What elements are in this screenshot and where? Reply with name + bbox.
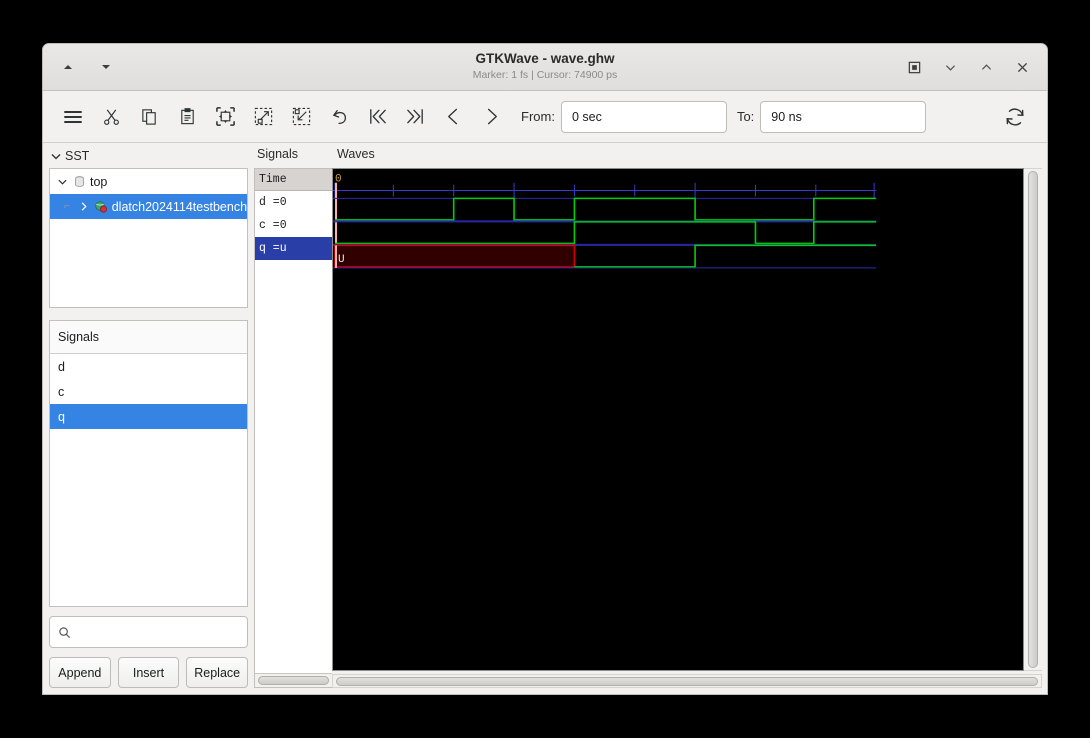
sst-label: SST [65, 149, 90, 163]
search-input[interactable] [77, 624, 239, 640]
tree-node-label: dlatch2024114testbench [111, 199, 248, 214]
tree-node-top[interactable]: top [50, 169, 247, 194]
signal-list-items: d c q [50, 354, 247, 606]
waveform-canvas[interactable]: 0 U [332, 167, 1024, 671]
wave-row-d[interactable]: d =0 [255, 191, 332, 214]
waves-row: 0 U [332, 167, 1042, 671]
undo-icon[interactable] [321, 99, 357, 135]
search-field[interactable] [49, 616, 248, 648]
module-icon [75, 176, 84, 187]
skip-to-start-icon[interactable] [359, 99, 395, 135]
scrollbar-thumb[interactable] [336, 676, 1038, 686]
sidebar: SST top ⌐ dlatch2024114testbench Signals… [43, 143, 254, 694]
time-row-label: Time [255, 168, 332, 191]
menu-icon[interactable] [55, 99, 91, 135]
action-buttons: Append Insert Replace [49, 657, 249, 688]
to-value: 90 ns [771, 109, 802, 124]
unknown-value-label: U [338, 254, 345, 266]
tree-node-dlatch-testbench[interactable]: ⌐ dlatch2024114testbench [50, 194, 247, 219]
cut-icon[interactable] [93, 99, 129, 135]
insert-button[interactable]: Insert [117, 657, 180, 688]
gtkwave-window: GTKWave - wave.ghw Marker: 1 fs | Cursor… [42, 43, 1048, 695]
waves-hscrollbar[interactable] [332, 674, 1042, 688]
list-item[interactable]: d [50, 354, 247, 379]
to-label: To: [736, 109, 755, 124]
scrollbar-thumb[interactable] [1028, 170, 1038, 668]
signal-names-hscrollbar[interactable] [255, 673, 332, 687]
tree-guide-line: ⌐ [64, 201, 71, 212]
toolbar: From: 0 sec To: 90 ns [43, 91, 1047, 143]
skip-to-end-icon[interactable] [397, 99, 433, 135]
next-edge-icon[interactable] [473, 99, 509, 135]
main-body: SST top ⌐ dlatch2024114testbench Signals… [43, 143, 1047, 694]
window-title-block: GTKWave - wave.ghw Marker: 1 fs | Cursor… [43, 44, 1047, 90]
chevron-right-icon[interactable] [78, 201, 91, 212]
replace-button[interactable]: Replace [186, 657, 249, 688]
wave-panel: Signals Waves Time d =0 c =0 q =u 0 U [254, 143, 1047, 694]
zoom-fit-icon[interactable] [207, 99, 243, 135]
from-value: 0 sec [571, 109, 602, 124]
from-label: From: [521, 109, 555, 124]
wave-pane-headers: Signals Waves [254, 147, 1042, 165]
wave-row-c[interactable]: c =0 [255, 214, 332, 237]
chevron-down-icon[interactable] [56, 176, 69, 187]
list-item[interactable]: c [50, 379, 247, 404]
list-item[interactable]: q [50, 404, 247, 429]
copy-icon[interactable] [131, 99, 167, 135]
to-input[interactable]: 90 ns [760, 100, 927, 133]
sst-tree[interactable]: top ⌐ dlatch2024114testbench [49, 168, 248, 308]
window-title: GTKWave - wave.ghw [475, 51, 615, 67]
chevron-down-icon[interactable] [935, 52, 965, 82]
tree-node-label: top [90, 174, 108, 189]
paste-icon[interactable] [169, 99, 205, 135]
zoom-in-icon[interactable] [245, 99, 281, 135]
triangle-down-icon[interactable] [91, 52, 121, 82]
search-icon [59, 626, 71, 638]
wave-signal-name-list: Time d =0 c =0 q =u [255, 168, 332, 673]
wave-signal-names: Time d =0 c =0 q =u [254, 167, 332, 688]
waves-header: Waves [337, 147, 375, 161]
window-subtitle-marker-cursor: Marker: 1 fs | Cursor: 74900 ps [472, 69, 618, 82]
waves-wrapper: 0 U [332, 167, 1042, 688]
titlebar: GTKWave - wave.ghw Marker: 1 fs | Cursor… [43, 44, 1047, 91]
chevron-up-icon[interactable] [971, 52, 1001, 82]
titlebar-right-controls [899, 52, 1037, 82]
close-icon[interactable] [1007, 52, 1037, 82]
wave-area: Time d =0 c =0 q =u 0 U [254, 167, 1042, 688]
fullscreen-icon[interactable] [899, 52, 929, 82]
triangle-up-icon[interactable] [53, 52, 83, 82]
unknown-value-box [334, 244, 576, 268]
waveform-svg: 0 U [333, 168, 1023, 670]
titlebar-left-controls [53, 52, 121, 82]
from-input[interactable]: 0 sec [560, 100, 727, 133]
reload-icon[interactable] [997, 99, 1033, 135]
wave-signals-header: Signals [257, 147, 298, 161]
previous-edge-icon[interactable] [435, 99, 471, 135]
instance-icon [95, 200, 108, 213]
append-button[interactable]: Append [49, 657, 111, 688]
sst-header[interactable]: SST [49, 147, 248, 165]
wave-row-q[interactable]: q =u [255, 236, 332, 260]
signal-list-header: Signals [50, 321, 247, 354]
zoom-out-icon[interactable] [283, 99, 319, 135]
chevron-down-icon [51, 154, 61, 160]
scrollbar-thumb[interactable] [258, 676, 329, 685]
signal-list-panel: Signals d c q [49, 320, 248, 607]
waves-vscrollbar[interactable] [1024, 167, 1042, 671]
